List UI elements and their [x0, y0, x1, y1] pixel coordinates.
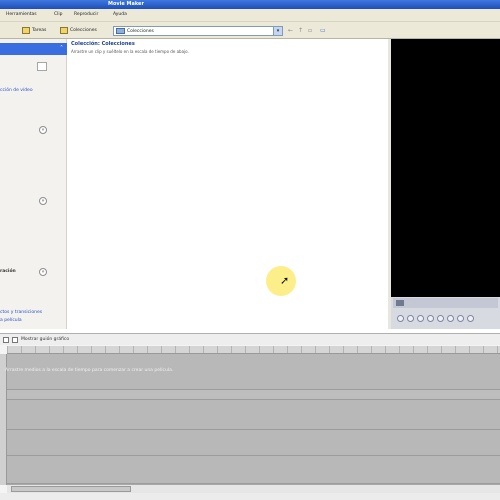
split-icon[interactable] — [457, 314, 464, 322]
task-pane: ˄ cción de vídeo » » ración » ctos y tra… — [0, 39, 67, 329]
collection-breadcrumb: Colección: Colecciones — [71, 41, 135, 47]
menu-item-herramientas[interactable]: Herramientas — [6, 12, 37, 17]
rewind-icon[interactable] — [437, 314, 444, 322]
task-pane-header[interactable]: ˄ — [0, 43, 67, 55]
menu-item-reproducir[interactable]: Reproducir — [74, 12, 98, 17]
mouse-cursor-icon: ➚ — [280, 274, 290, 287]
previous-frame-icon[interactable] — [417, 314, 424, 322]
up-folder-icon[interactable]: ↑ — [298, 27, 305, 34]
track-headers — [0, 354, 7, 485]
collections-button-label: Colecciones — [70, 28, 97, 33]
task-link-capture-video[interactable]: cción de vídeo — [0, 88, 33, 93]
task-link-effects-transitions[interactable]: ctos y transiciones — [0, 310, 42, 315]
timeline-horizontal-scrollbar[interactable] — [7, 484, 500, 493]
tasks-button-label: Tareas — [32, 28, 47, 33]
collection-selector-value: Colecciones — [127, 28, 154, 34]
storyboard-icon[interactable] — [12, 336, 18, 343]
expand-section-icon[interactable]: » — [39, 268, 47, 276]
timeline-zoom-icon[interactable] — [3, 336, 9, 343]
folder-icon — [60, 27, 68, 34]
section-heading[interactable]: ración — [0, 269, 16, 274]
preview-screen — [391, 39, 500, 297]
tasks-button[interactable]: Tareas — [22, 25, 46, 36]
new-folder-icon[interactable]: ▫ — [308, 27, 315, 34]
show-storyboard-button[interactable]: Mostrar guión gráfico — [21, 337, 69, 342]
timeline-ruler[interactable] — [7, 346, 500, 354]
toolbar: Tareas Colecciones Colecciones ▾ ← ↑ ▫ ▭ — [0, 22, 500, 39]
next-frame-icon[interactable] — [427, 314, 434, 322]
title-overlay-track[interactable] — [7, 456, 500, 484]
window-title: Movie Maker — [108, 1, 144, 7]
collection-selector[interactable]: Colecciones ▾ — [113, 26, 283, 36]
snapshot-icon[interactable] — [467, 314, 474, 322]
views-icon[interactable]: ▭ — [320, 27, 327, 34]
timeline-hint: Arrastre medios a la escala de tiempo pa… — [5, 368, 174, 373]
stop-icon[interactable] — [407, 314, 414, 322]
expand-section-icon[interactable]: » — [39, 126, 47, 134]
timeline-toolbar: Mostrar guión gráfico — [0, 333, 500, 345]
play-icon[interactable] — [397, 314, 404, 322]
collection-description: Arrastre un clip y suéltelo en la escala… — [71, 49, 189, 54]
title-bar: Movie Maker — [0, 0, 500, 9]
collection-pane: Colección: Colecciones Arrastre un clip … — [67, 39, 390, 329]
collapse-chevron-icon[interactable]: ˄ — [60, 45, 63, 52]
playback-controls — [393, 311, 498, 325]
music-track[interactable] — [7, 430, 500, 456]
menu-item-clip[interactable]: Clip — [54, 12, 63, 17]
seek-thumb[interactable] — [396, 300, 404, 306]
menu-bar: Herramientas Clip Reproducir Ayuda — [0, 9, 500, 22]
scrollbar-thumb[interactable] — [11, 486, 131, 492]
status-bar — [0, 493, 500, 500]
transition-track[interactable] — [7, 390, 500, 400]
menu-item-ayuda[interactable]: Ayuda — [113, 12, 127, 17]
collections-button[interactable]: Colecciones — [60, 25, 97, 36]
audio-track[interactable] — [7, 400, 500, 430]
forward-icon[interactable] — [447, 314, 454, 322]
collection-icon — [116, 28, 125, 34]
task-link-movie[interactable]: a película — [0, 318, 22, 323]
timeline-area: Mostrar guión gráfico Arrastre medios a … — [0, 333, 500, 500]
section-toggle-box[interactable] — [37, 62, 47, 71]
tasks-icon — [22, 27, 30, 34]
expand-section-icon[interactable]: » — [39, 197, 47, 205]
preview-monitor — [391, 39, 500, 329]
chevron-down-icon[interactable]: ▾ — [273, 27, 282, 35]
seek-bar[interactable] — [393, 298, 498, 308]
back-arrow-icon[interactable]: ← — [288, 27, 295, 34]
